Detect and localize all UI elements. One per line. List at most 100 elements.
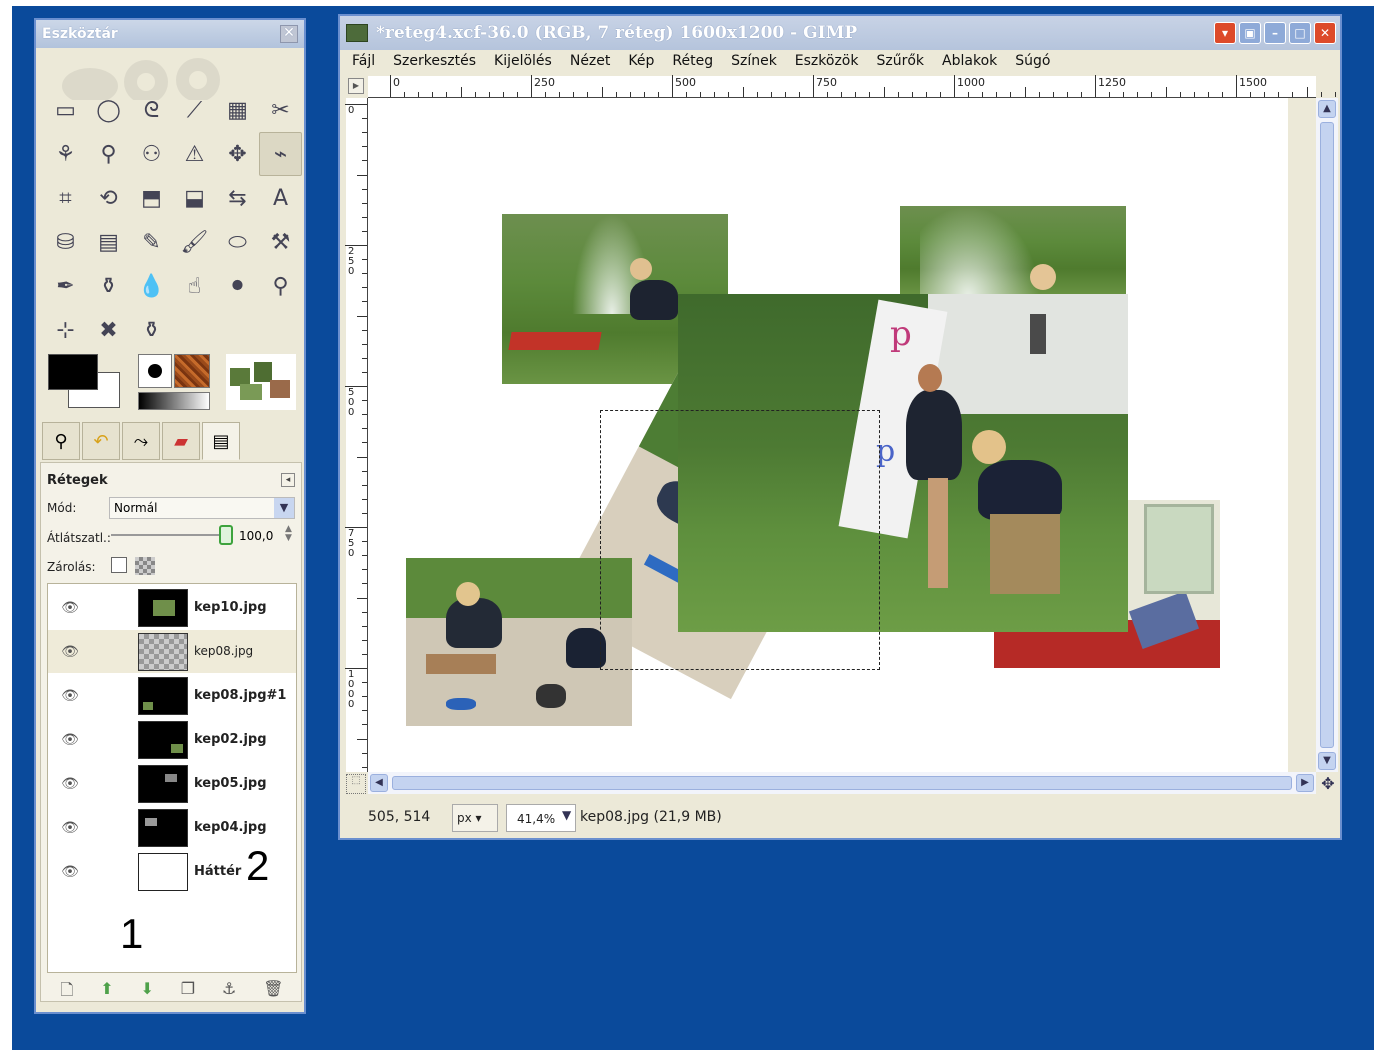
- eye-icon[interactable]: 👁: [58, 688, 82, 704]
- tab-layers[interactable]: ▤: [202, 422, 240, 460]
- layer-row-selected[interactable]: 👁 kep08.jpg: [48, 630, 296, 673]
- scissors-icon[interactable]: ✂: [259, 88, 302, 132]
- lasso-icon[interactable]: ᘓ: [130, 88, 173, 132]
- eye-icon[interactable]: 👁: [58, 820, 82, 836]
- layer-row[interactable]: 👁 kep10.jpg: [48, 586, 296, 629]
- menu-item-5[interactable]: Réteg: [672, 50, 713, 74]
- layer-row[interactable]: 👁 kep02.jpg: [48, 718, 296, 761]
- panel-menu-icon[interactable]: ◂: [281, 473, 295, 487]
- horizontal-scroll-thumb[interactable]: [392, 776, 1292, 790]
- chevron-down-icon[interactable]: ▼: [562, 808, 571, 822]
- ink-icon[interactable]: ✒: [44, 264, 87, 308]
- menu-item-10[interactable]: Súgó: [1015, 50, 1050, 74]
- smudge-icon[interactable]: ☝: [173, 264, 216, 308]
- magic-wand-icon[interactable]: ⟋: [173, 88, 216, 132]
- menu-item-9[interactable]: Ablakok: [942, 50, 997, 74]
- eye-icon[interactable]: 👁: [58, 864, 82, 880]
- image-menu-button[interactable]: ▶: [348, 78, 364, 94]
- tab-channels[interactable]: ▰: [162, 422, 200, 460]
- duplicate-layer-icon[interactable]: ❐: [181, 979, 195, 999]
- magnify-icon[interactable]: ⚲: [259, 264, 302, 308]
- selection-marquee[interactable]: [600, 410, 880, 670]
- eye-icon[interactable]: 👁: [58, 732, 82, 748]
- cage-transform-icon[interactable]: ⊹: [44, 308, 87, 352]
- anchor-icon[interactable]: ⚓: [222, 979, 236, 999]
- zoom-person-icon[interactable]: ⚇: [130, 132, 173, 176]
- foreground-select-icon[interactable]: ⚘: [44, 132, 87, 176]
- active-image-thumbnail[interactable]: [226, 354, 296, 410]
- clone-icon[interactable]: ⚱: [87, 264, 130, 308]
- flip-icon[interactable]: ⇆: [216, 176, 259, 220]
- lower-layer-icon[interactable]: ⬇: [140, 979, 153, 999]
- opacity-slider[interactable]: [111, 534, 231, 536]
- menu-item-0[interactable]: Fájl: [352, 50, 375, 74]
- vertical-ruler[interactable]: 0 250 500 750 1000: [345, 98, 368, 772]
- scroll-down-icon[interactable]: ▼: [1318, 752, 1336, 770]
- measure-icon[interactable]: ⚠: [173, 132, 216, 176]
- blur-icon[interactable]: 💧: [130, 264, 173, 308]
- perspective-clone-icon[interactable]: ⚱: [130, 308, 173, 352]
- gradient-selector[interactable]: [138, 392, 210, 410]
- vertical-scrollbar[interactable]: ▲ ▼: [1316, 98, 1338, 772]
- minimize-icon[interactable]: –: [1264, 22, 1286, 44]
- perspective-icon[interactable]: ⬓: [173, 176, 216, 220]
- new-layer-icon[interactable]: 🗋: [60, 979, 73, 999]
- eraser-icon[interactable]: ⬭: [216, 220, 259, 264]
- align-icon[interactable]: ⌁: [259, 132, 302, 176]
- foreground-color-swatch[interactable]: [48, 354, 98, 390]
- menu-item-8[interactable]: Szűrők: [876, 50, 924, 74]
- maximize-icon[interactable]: □: [1289, 22, 1311, 44]
- quick-mask-icon[interactable]: ⬚: [346, 774, 366, 794]
- opacity-slider-handle[interactable]: [219, 525, 233, 545]
- menu-icon[interactable]: ▾: [1214, 22, 1236, 44]
- trash-icon[interactable]: 🗑: [263, 979, 283, 999]
- tab-undo-history[interactable]: ↶: [82, 422, 120, 460]
- rect-select-icon[interactable]: ▭: [44, 88, 87, 132]
- layer-row[interactable]: 👁 kep08.jpg#1: [48, 674, 296, 717]
- blend-icon[interactable]: ▤: [87, 220, 130, 264]
- menu-item-2[interactable]: Kijelölés: [494, 50, 552, 74]
- eye-icon[interactable]: 👁: [58, 600, 82, 616]
- bucket-fill-icon[interactable]: ⛁: [44, 220, 87, 264]
- pattern-selector[interactable]: [174, 354, 210, 388]
- scale-icon[interactable]: ⬒: [130, 176, 173, 220]
- opacity-spinner[interactable]: ▲ ▼: [285, 525, 292, 543]
- navigate-icon[interactable]: ✥: [1318, 774, 1338, 794]
- menu-item-6[interactable]: Színek: [731, 50, 777, 74]
- tab-tool-options[interactable]: ⚲: [42, 422, 80, 460]
- heal-icon[interactable]: ✖: [87, 308, 130, 352]
- rotate-icon[interactable]: ⟲: [87, 176, 130, 220]
- image-window-titlebar[interactable]: *reteg4.xcf-36.0 (RGB, 7 réteg) 1600x120…: [340, 16, 1340, 50]
- ellipse-select-icon[interactable]: ◯: [87, 88, 130, 132]
- vertical-scroll-thumb[interactable]: [1320, 122, 1334, 748]
- scroll-right-icon[interactable]: ▶: [1296, 774, 1314, 792]
- eye-icon[interactable]: 👁: [58, 644, 82, 660]
- text-icon[interactable]: A: [259, 176, 302, 220]
- layer-row[interactable]: 👁 kep05.jpg: [48, 762, 296, 805]
- dodge-burn-icon[interactable]: ⚫: [216, 264, 259, 308]
- move-icon[interactable]: ✥: [216, 132, 259, 176]
- unit-select[interactable]: px ▾: [452, 804, 498, 832]
- color-select-icon[interactable]: ▦: [216, 88, 259, 132]
- close-icon[interactable]: ✕: [280, 25, 298, 43]
- raise-layer-icon[interactable]: ⬆: [100, 979, 113, 999]
- scroll-up-icon[interactable]: ▲: [1318, 100, 1336, 118]
- crop-icon[interactable]: ⌗: [44, 176, 87, 220]
- horizontal-ruler[interactable]: 0 250 500 750 1000 1250 1500: [368, 75, 1336, 98]
- restore-icon[interactable]: ▣: [1239, 22, 1261, 44]
- chevron-down-icon[interactable]: ▼: [274, 498, 294, 518]
- pencil-icon[interactable]: ✎: [130, 220, 173, 264]
- menu-item-3[interactable]: Nézet: [570, 50, 611, 74]
- menu-item-7[interactable]: Eszközök: [795, 50, 859, 74]
- menu-item-4[interactable]: Kép: [628, 50, 654, 74]
- mode-select[interactable]: Normál ▼: [109, 497, 295, 519]
- toolbox-titlebar[interactable]: Eszköztár ✕: [36, 20, 304, 48]
- tab-paths[interactable]: ⤳: [122, 422, 160, 460]
- lock-pixels-checkbox[interactable]: [111, 557, 127, 573]
- lock-alpha-icon[interactable]: [135, 557, 155, 575]
- close-icon[interactable]: ✕: [1314, 22, 1336, 44]
- horizontal-scrollbar[interactable]: ◀ ▶: [368, 772, 1316, 794]
- brush-selector[interactable]: [138, 354, 172, 388]
- airbrush-icon[interactable]: ⚒: [259, 220, 302, 264]
- scroll-left-icon[interactable]: ◀: [370, 774, 388, 792]
